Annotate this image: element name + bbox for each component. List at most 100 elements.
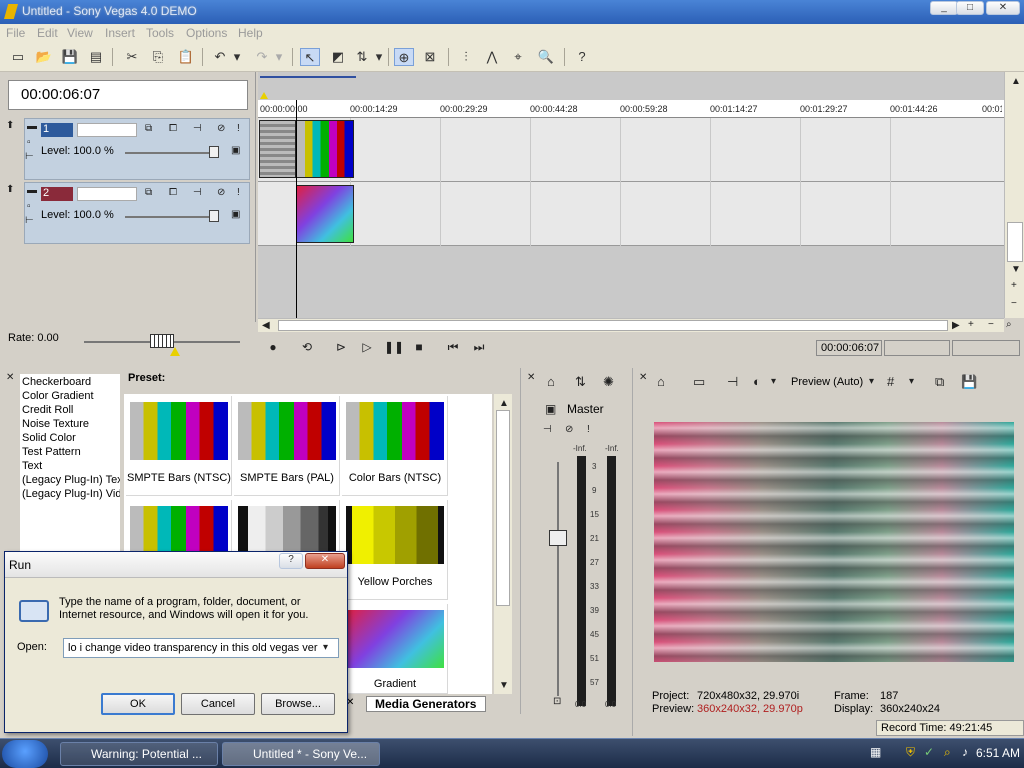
menu-insert[interactable]: Insert — [105, 26, 135, 40]
system-clock[interactable]: 6:51 AM — [976, 746, 1020, 760]
downmix-icon[interactable]: ⇅ — [575, 374, 586, 390]
master-fx-icon[interactable]: ⊣ — [543, 424, 552, 435]
generator-item[interactable]: Text — [22, 460, 120, 472]
run-command-input[interactable] — [63, 638, 339, 658]
generator-item[interactable]: (Legacy Plug-In) Text — [22, 474, 120, 486]
overlays-dropdown-icon[interactable]: ▾ — [909, 376, 914, 387]
taskbar-item-warning[interactable]: Warning: Potential ... — [60, 742, 218, 766]
mixer-properties-icon[interactable]: ⌂ — [547, 374, 555, 389]
browse-button[interactable]: Browse... — [261, 693, 335, 715]
scroll-thumb[interactable] — [1007, 222, 1023, 262]
track-name-field-2[interactable] — [77, 187, 137, 201]
solo-icon[interactable]: ! — [237, 123, 240, 134]
save-icon[interactable]: 💾 — [60, 48, 80, 66]
run-close-button[interactable]: ✕ — [305, 553, 345, 569]
track-name-field-1[interactable] — [77, 123, 137, 137]
split-dropdown-icon[interactable]: ▾ — [771, 376, 776, 387]
close-panel-icon[interactable]: ✕ — [527, 372, 535, 383]
track-motion-icon[interactable]: ⧉ — [145, 123, 152, 134]
track-collapse-icon[interactable]: ⬆ — [6, 120, 14, 131]
scroll-left-icon[interactable]: ◀ — [262, 320, 270, 331]
generator-item[interactable]: Noise Texture — [22, 418, 120, 430]
go-to-end-icon[interactable]: ⏭ — [470, 340, 488, 356]
open-icon[interactable]: 📂 — [34, 48, 54, 66]
level-slider-thumb-2[interactable] — [209, 210, 219, 222]
menu-file[interactable]: File — [6, 26, 25, 40]
paste-icon[interactable]: 📋 — [176, 48, 196, 66]
close-button[interactable]: ✕ — [986, 1, 1020, 15]
menu-options[interactable]: Options — [186, 26, 227, 40]
track-expand-icon[interactable]: ▫ — [27, 137, 31, 148]
video-clip-crossfade[interactable] — [259, 120, 296, 178]
snapping-icon[interactable]: ⊕ — [394, 48, 414, 66]
level-slider-1[interactable] — [125, 152, 215, 154]
generator-list[interactable]: Checkerboard Color Gradient Credit Roll … — [20, 374, 120, 574]
track-fx-icon[interactable]: ⧠ — [169, 123, 177, 134]
tray-security-icon[interactable]: ⛨ — [906, 745, 915, 760]
track-composite-icon[interactable]: ▣ — [231, 209, 240, 220]
tray-network-status-icon[interactable]: ✓ — [924, 745, 934, 759]
selection-start-field[interactable] — [884, 340, 950, 356]
track-header-1[interactable]: ▬ ▫ ⊢ 1 ⧉ ⧠ ⊣ ⊘ ! Level: 100.0 % ▣ — [24, 118, 250, 180]
scroll-thumb[interactable] — [278, 320, 948, 331]
track-collapse-icon[interactable]: ⬆ — [6, 184, 14, 195]
copy-icon[interactable]: ⎘ — [148, 48, 168, 66]
preview-quality-dropdown[interactable]: Preview (Auto) — [791, 376, 863, 388]
preset-yellow-porches[interactable]: Yellow Porches — [342, 500, 448, 600]
preview-properties-icon[interactable]: ⌂ — [657, 374, 665, 389]
redo-icon[interactable]: ↷ — [252, 48, 272, 66]
level-slider-2[interactable] — [125, 216, 215, 218]
menu-tools[interactable]: Tools — [146, 26, 174, 40]
external-monitor-icon[interactable]: ▭ — [693, 374, 705, 390]
overlays-icon[interactable]: # — [887, 374, 894, 389]
video-clip-gradient[interactable] — [296, 185, 354, 243]
master-fader-thumb[interactable] — [549, 530, 567, 546]
selection-tool-icon[interactable]: ⇅ — [352, 48, 372, 66]
scroll-down-icon[interactable]: ▼ — [1011, 264, 1021, 275]
zoom-in-vertical-icon[interactable]: + — [1011, 280, 1017, 291]
envelope-tool-icon[interactable]: ◩ — [328, 48, 348, 66]
playhead-cursor[interactable] — [296, 100, 297, 318]
redo-dropdown-icon[interactable]: ▾ — [274, 48, 284, 66]
undo-icon[interactable]: ↶ — [210, 48, 230, 66]
timeline-vertical-scrollbar[interactable]: ▲ ▼ + − — [1004, 72, 1024, 318]
tray-network-icon[interactable]: ▦ — [870, 745, 881, 759]
cancel-button[interactable]: Cancel — [181, 693, 255, 715]
generator-item[interactable]: Solid Color — [22, 432, 120, 444]
marker-icon[interactable] — [260, 92, 268, 99]
dim-output-icon[interactable]: ✺ — [603, 374, 614, 390]
presets-scrollbar[interactable]: ▲ ▼ — [494, 394, 512, 694]
ripple-edit-icon[interactable]: ⫶ — [456, 48, 476, 66]
zoom-tool-small-icon[interactable]: ⌕ — [1006, 319, 1012, 330]
minimize-button[interactable]: _ — [930, 1, 958, 15]
compositing-mode-icon[interactable]: ⊣ — [193, 123, 202, 134]
mute-icon[interactable]: ⊘ — [217, 187, 225, 198]
loop-region-bar[interactable] — [260, 76, 356, 78]
save-snapshot-icon[interactable]: 💾 — [961, 374, 977, 390]
menu-help[interactable]: Help — [238, 26, 263, 40]
generator-item[interactable]: Test Pattern — [22, 446, 120, 458]
undo-dropdown-icon[interactable]: ▾ — [232, 48, 242, 66]
tray-search-icon[interactable]: ⌕ — [944, 745, 951, 760]
scroll-down-icon[interactable]: ▼ — [499, 680, 509, 691]
timeline-horizontal-scrollbar[interactable]: ◀ ▶ + − ⌕ — [258, 318, 1012, 332]
track-lane-2[interactable] — [258, 182, 1004, 246]
minimize-track-icon[interactable]: ▬ — [27, 121, 37, 132]
lock-envelopes-icon[interactable]: ⋀ — [482, 48, 502, 66]
ignore-grouping-icon[interactable]: ⌖ — [508, 48, 528, 66]
track-expand-icon[interactable]: ▫ — [27, 201, 31, 212]
track-fx-icon[interactable]: ⧠ — [169, 187, 177, 198]
close-panel-icon[interactable]: ✕ — [639, 372, 647, 383]
help-button[interactable]: ? — [279, 553, 303, 569]
rate-slider-thumb[interactable] — [150, 334, 174, 348]
track-lane-1[interactable] — [258, 118, 1004, 182]
generator-item[interactable]: Credit Roll — [22, 404, 120, 416]
preset-gradient[interactable]: Gradient — [342, 604, 448, 694]
fader-lock-icon[interactable]: ⊡ — [553, 696, 561, 707]
start-button[interactable] — [2, 740, 48, 768]
zoom-out-horizontal-icon[interactable]: − — [988, 319, 994, 330]
taskbar-item-vegas[interactable]: Untitled * - Sony Ve... — [222, 742, 380, 766]
properties-icon[interactable]: ▤ — [86, 48, 106, 66]
menu-view[interactable]: View — [67, 26, 93, 40]
play-icon[interactable]: ▷ — [358, 340, 376, 356]
